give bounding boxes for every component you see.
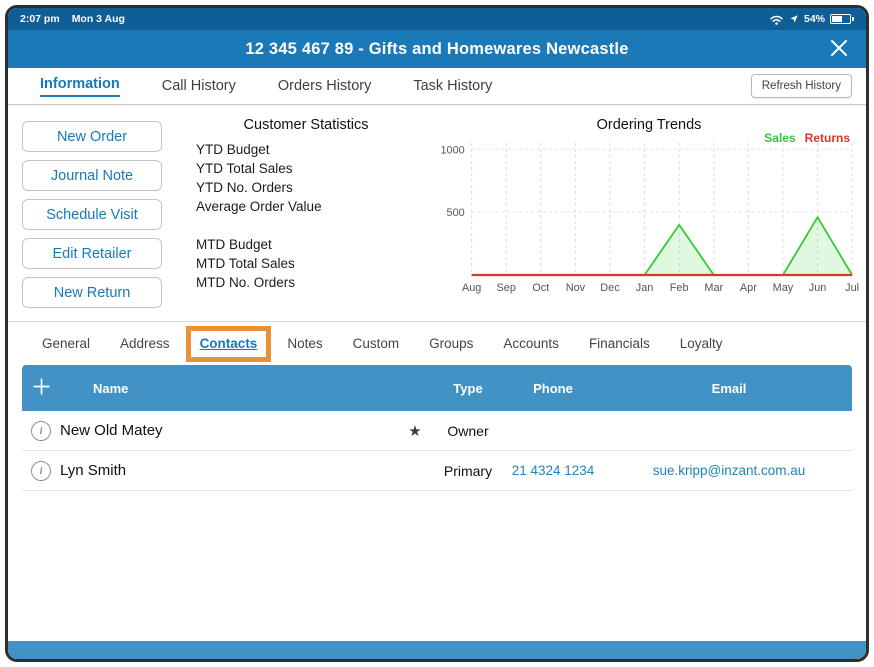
status-bar: 2:07 pm Mon 3 Aug 54%: [8, 8, 866, 30]
column-header-name: Name: [93, 380, 129, 396]
refresh-history-button[interactable]: Refresh History: [750, 74, 852, 98]
close-icon: [829, 40, 849, 61]
contacts-table: Name Type Phone Email i New Old Matey ★ …: [22, 365, 852, 491]
journal-note-button[interactable]: Journal Note: [22, 160, 162, 191]
tab-loyalty[interactable]: Loyalty: [680, 336, 723, 351]
edit-retailer-button[interactable]: Edit Retailer: [22, 238, 162, 269]
table-row[interactable]: i Lyn Smith Primary 21 4324 1234 sue.kri…: [22, 451, 852, 491]
page-title: 12 345 467 89 - Gifts and Homewares Newc…: [245, 39, 629, 58]
svg-text:May: May: [773, 282, 794, 294]
contact-type: Primary: [443, 462, 493, 479]
svg-text:1000: 1000: [440, 144, 464, 156]
stat-label: MTD Budget: [196, 237, 272, 252]
schedule-visit-button[interactable]: Schedule Visit: [22, 199, 162, 230]
tab-contacts[interactable]: Contacts: [200, 336, 258, 351]
ordering-trends: Ordering Trends Sales Returns Aug Sep Oct N…: [432, 105, 866, 321]
contact-email-link[interactable]: sue.kripp@inzant.com.au: [606, 463, 852, 478]
plus-icon: [32, 378, 51, 399]
location-icon: [789, 14, 799, 24]
svg-text:Sep: Sep: [497, 282, 516, 294]
svg-text:Aug: Aug: [462, 282, 481, 294]
svg-text:Mar: Mar: [704, 282, 723, 294]
status-time: 2:07 pm: [20, 13, 60, 25]
contact-phone-link[interactable]: 21 4324 1234: [500, 463, 606, 478]
contacts-table-header: Name Type Phone Email: [22, 365, 852, 411]
svg-text:Nov: Nov: [566, 282, 586, 294]
stat-label: YTD Total Sales: [196, 161, 293, 176]
tab-custom[interactable]: Custom: [353, 336, 400, 351]
action-buttons: New Order Journal Note Schedule Visit Ed…: [8, 105, 180, 321]
svg-text:Oct: Oct: [532, 282, 549, 294]
contact-name: Lyn Smith: [60, 462, 127, 479]
svg-text:Jun: Jun: [809, 282, 827, 294]
close-button[interactable]: [828, 38, 850, 60]
svg-text:Apr: Apr: [740, 282, 757, 294]
svg-text:Dec: Dec: [600, 282, 620, 294]
new-order-button[interactable]: New Order: [22, 121, 162, 152]
wifi-icon: [769, 14, 784, 25]
legend-sales: Sales: [764, 131, 796, 145]
tab-task-history[interactable]: Task History: [413, 78, 492, 94]
contact-name: New Old Matey: [60, 422, 163, 439]
stats-spacer: [196, 216, 432, 235]
status-date: Mon 3 Aug: [71, 13, 125, 25]
star-icon: ★: [408, 422, 422, 440]
add-contact-button[interactable]: [32, 377, 51, 396]
app-window: 2:07 pm Mon 3 Aug 54% 12 345 467 89 - Gi…: [5, 5, 869, 662]
tab-groups[interactable]: Groups: [429, 336, 473, 351]
svg-text:Jan: Jan: [636, 282, 654, 294]
contact-info-button[interactable]: i: [31, 460, 51, 481]
customer-statistics-title: Customer Statistics: [243, 117, 369, 133]
svg-text:Feb: Feb: [670, 282, 689, 294]
svg-text:Jul: Jul: [845, 282, 859, 294]
tab-notes[interactable]: Notes: [287, 336, 322, 351]
tab-address[interactable]: Address: [120, 336, 170, 351]
stat-label: YTD Budget: [196, 142, 270, 157]
tab-accounts[interactable]: Accounts: [503, 336, 559, 351]
main-tab-bar: Information Call History Orders History …: [8, 68, 866, 105]
tab-general[interactable]: General: [42, 336, 90, 351]
customer-statistics: Customer Statistics YTD Budget YTD Total…: [180, 105, 432, 321]
stat-label: YTD No. Orders: [196, 180, 293, 195]
column-header-type: Type: [453, 380, 483, 396]
information-panel: New Order Journal Note Schedule Visit Ed…: [8, 105, 866, 321]
svg-text:500: 500: [447, 207, 465, 219]
ordering-trends-chart: Aug Sep Oct Nov Dec Jan Feb Mar Apr May Jun Jul 500 1…: [440, 143, 859, 294]
column-header-email: Email: [711, 380, 747, 396]
title-bar: 12 345 467 89 - Gifts and Homewares Newc…: [8, 30, 866, 68]
stat-label: Average Order Value: [196, 199, 322, 214]
battery-icon: [830, 14, 854, 24]
stat-label: MTD No. Orders: [196, 275, 296, 290]
battery-percentage: 54%: [803, 13, 825, 25]
table-row[interactable]: i New Old Matey ★ Owner: [22, 411, 852, 451]
chart-legend: Sales Returns: [764, 131, 850, 145]
tab-financials[interactable]: Financials: [589, 336, 650, 351]
contact-type: Owner: [447, 422, 489, 439]
new-return-button[interactable]: New Return: [22, 277, 162, 308]
tab-information[interactable]: Information: [40, 76, 120, 97]
stat-label: MTD Total Sales: [196, 256, 295, 271]
detail-tab-bar: General Address Contacts Notes Custom Gr…: [8, 321, 866, 365]
tab-orders-history[interactable]: Orders History: [278, 78, 371, 94]
contact-info-button[interactable]: i: [31, 420, 51, 441]
contacts-tab-highlight-box: Contacts: [185, 325, 272, 362]
legend-returns: Returns: [804, 131, 850, 145]
column-header-phone: Phone: [533, 380, 573, 396]
footer-bar: [8, 641, 866, 659]
tab-call-history[interactable]: Call History: [162, 78, 236, 94]
